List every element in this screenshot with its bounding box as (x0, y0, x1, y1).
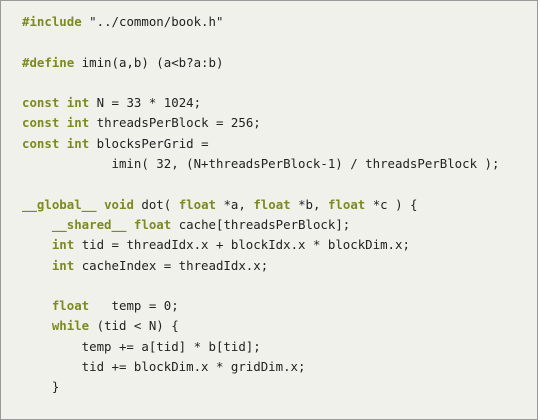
code-keyword: float (178, 196, 216, 212)
code-text: imin(a,b) (a<b?a:b) (74, 54, 224, 70)
code-text: temp = 0; (89, 298, 179, 314)
code-line: int cacheIndex = threadIdx.x; (22, 256, 499, 276)
code-keyword: float (253, 196, 291, 212)
code-keyword: float (51, 298, 90, 314)
code-text: cache[threadsPerBlock]; (171, 216, 351, 232)
code-line: imin( 32, (N+threadsPerBlock-1) / thread… (22, 154, 500, 174)
code-listing-box: #include "../common/book.h"​#define imin… (0, 0, 538, 420)
code-line: ​ (22, 73, 499, 93)
code-keyword: int (51, 237, 75, 253)
code-keyword: int (51, 257, 75, 273)
code-line: } (22, 377, 499, 397)
code-text: "../common/book.h" (81, 14, 224, 29)
code-listing: #include "../common/book.h"​#define imin… (22, 12, 499, 398)
code-text: tid = threadIdx.x + blockIdx.x * blockDi… (74, 237, 410, 253)
code-keyword: #define (22, 54, 75, 70)
code-line: float temp = 0; (22, 296, 499, 316)
code-keyword: const (22, 135, 60, 151)
code-text: *b, (290, 196, 328, 212)
code-keyword: float (327, 196, 366, 212)
code-text: } (22, 379, 60, 395)
code-line: tid += blockDim.x * gridDim.x; (22, 357, 499, 377)
code-keyword: __global__ (22, 196, 97, 212)
code-keyword: #include (22, 14, 82, 29)
code-line: int tid = threadIdx.x + blockIdx.x * blo… (22, 235, 499, 255)
code-line: __shared__ float cache[threadsPerBlock]; (22, 215, 499, 235)
code-line: #define imin(a,b) (a<b?a:b) (22, 53, 499, 73)
code-keyword: int (66, 115, 90, 131)
code-text: *a, (216, 196, 254, 212)
code-line: const int N = 33 * 1024; (22, 93, 499, 113)
code-text: cacheIndex = threadIdx.x; (74, 257, 269, 273)
code-keyword: const (22, 95, 60, 111)
code-keyword: float (133, 216, 172, 232)
code-text: dot( (133, 196, 179, 212)
code-text: (tid < N) { (89, 318, 179, 334)
code-line: #include "../common/book.h" (22, 12, 499, 32)
code-keyword: int (66, 95, 90, 111)
code-text: threadsPerBlock = 256; (89, 115, 261, 131)
code-line: ​ (22, 174, 499, 194)
code-keyword: void (104, 196, 134, 212)
code-text: N = 33 * 1024; (89, 95, 202, 111)
code-keyword: while (51, 318, 90, 334)
code-keyword: const (22, 115, 60, 131)
code-line: while (tid < N) { (22, 316, 499, 336)
code-line: ​ (22, 276, 499, 296)
code-keyword: int (66, 135, 90, 151)
code-text: *c ) { (365, 196, 418, 212)
code-text: temp += a[tid] * b[tid]; (22, 338, 261, 354)
code-line: const int blocksPerGrid = (22, 134, 499, 154)
code-line: __global__ void dot( float *a, float *b,… (22, 195, 499, 215)
code-text: tid += blockDim.x * gridDim.x; (22, 359, 306, 375)
code-line: temp += a[tid] * b[tid]; (22, 337, 499, 357)
code-keyword: __shared__ (51, 216, 127, 232)
code-text: imin( 32, (N+threadsPerBlock-1) / thread… (22, 156, 500, 172)
code-text: blocksPerGrid = (89, 135, 209, 151)
code-line: ​ (22, 32, 499, 52)
code-line: const int threadsPerBlock = 256; (22, 113, 499, 133)
